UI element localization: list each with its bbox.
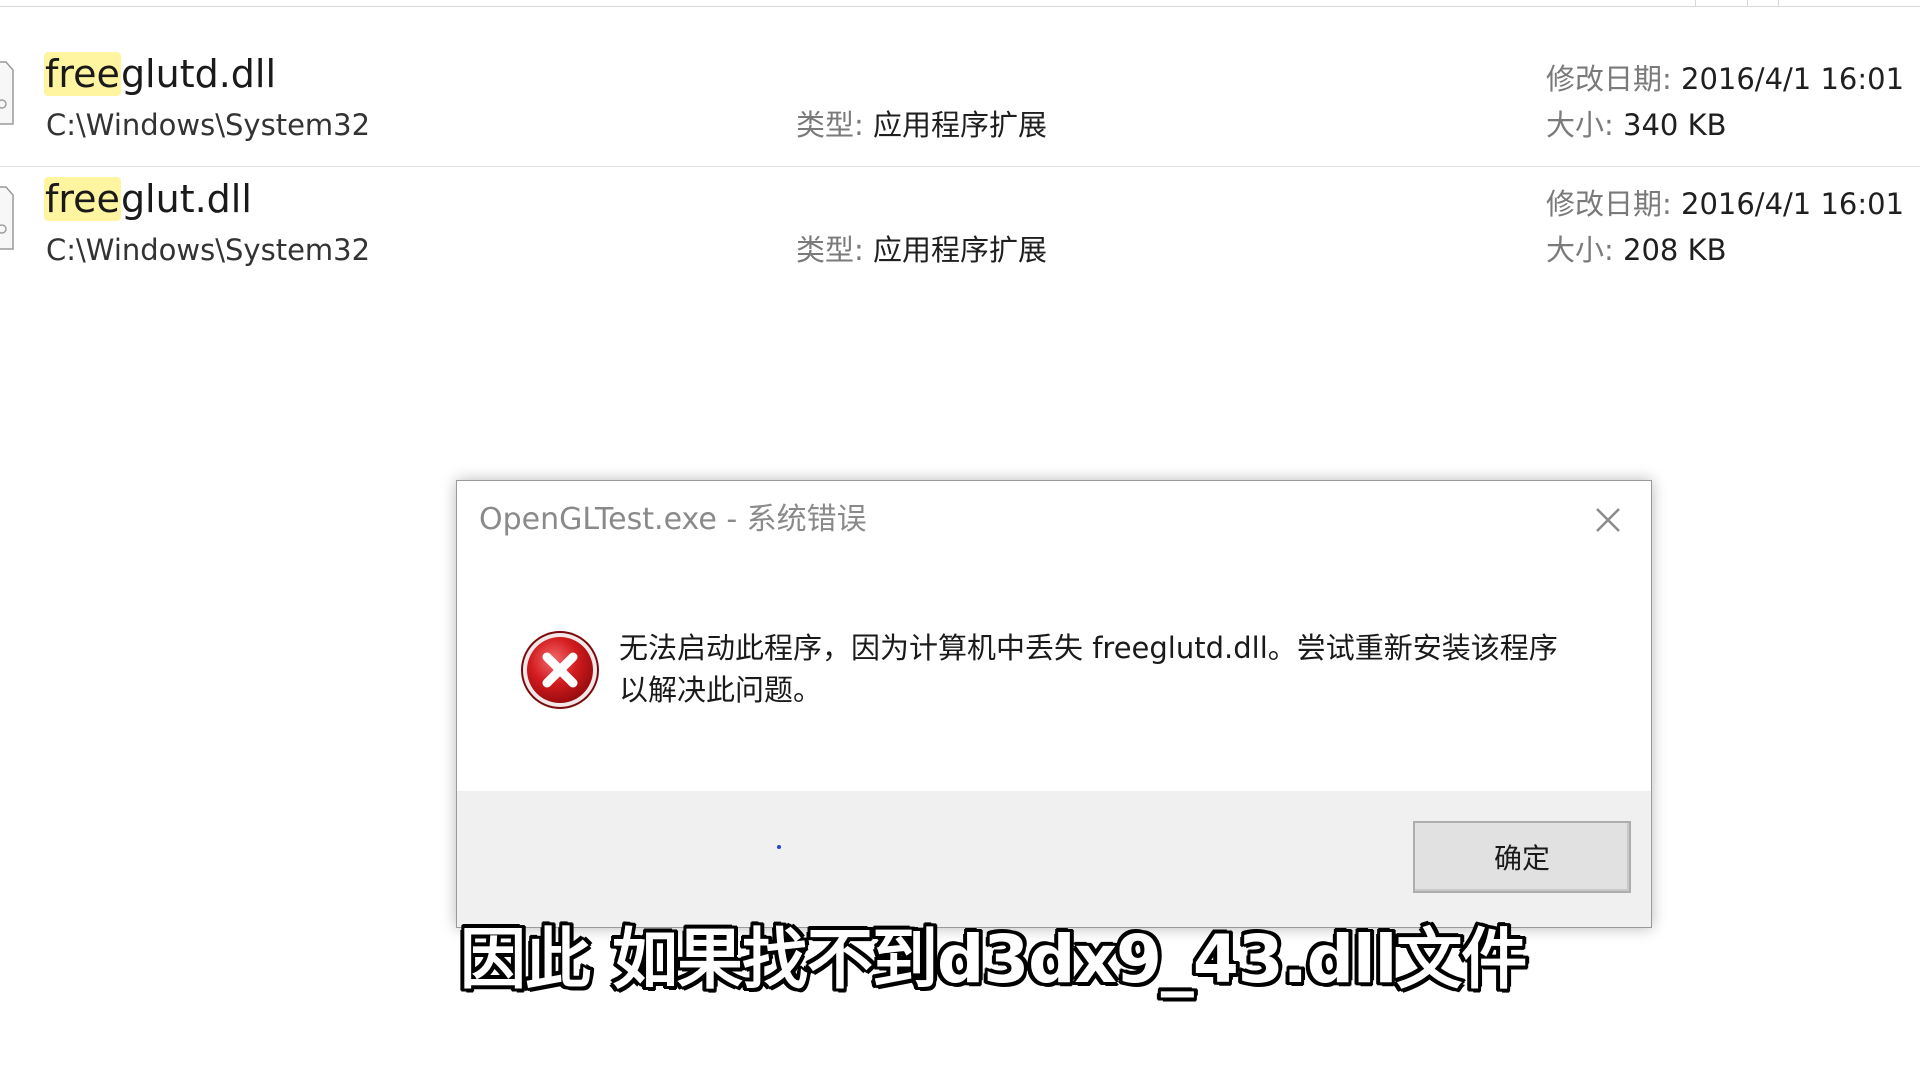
file-name-rest: glut.dll — [120, 177, 252, 221]
file-size: 大小: 340 KB — [1546, 106, 1726, 144]
dialog-message: 无法启动此程序，因为计算机中丢失 freeglutd.dll。尝试重新安装该程序… — [619, 631, 1558, 707]
file-date-value: 2016/4/1 16:01 — [1681, 187, 1905, 221]
file-path: C:\Windows\System32 — [46, 233, 371, 267]
dialog-title: OpenGLTest.exe - 系统错误 — [479, 502, 867, 537]
toolbar-divider — [1778, 0, 1779, 6]
file-date-value: 2016/4/1 16:01 — [1681, 62, 1905, 96]
search-match-highlight: free — [44, 177, 121, 221]
file-type-value: 应用程序扩展 — [873, 233, 1048, 267]
file-modified-date: 修改日期: 2016/4/1 16:01 — [1546, 60, 1904, 98]
explorer-top-bar — [0, 0, 1920, 7]
focus-dot — [777, 845, 781, 849]
close-button[interactable] — [1583, 495, 1633, 545]
file-size-label: 大小: — [1546, 233, 1614, 267]
toolbar-divider — [1695, 0, 1696, 6]
file-size-value: 208 KB — [1623, 233, 1727, 267]
file-icon — [0, 186, 14, 250]
file-name[interactable]: freeglut.dll — [44, 175, 252, 223]
ok-button[interactable]: 确定 — [1413, 821, 1631, 893]
file-size-label: 大小: — [1546, 108, 1614, 142]
file-date-label: 修改日期: — [1546, 187, 1672, 221]
close-icon — [1596, 508, 1620, 532]
file-size-value: 340 KB — [1623, 108, 1727, 142]
file-type-label: 类型: — [796, 108, 864, 142]
file-size: 大小: 208 KB — [1546, 231, 1726, 269]
search-match-highlight: free — [44, 52, 121, 96]
video-subtitle: 因此 如果找不到d3dx9_43.dll文件 — [460, 921, 1527, 998]
screen: freeglutd.dll C:\Windows\System32 类型: 应用… — [0, 0, 1920, 1080]
file-date-label: 修改日期: — [1546, 62, 1672, 96]
file-name-rest: glutd.dll — [120, 52, 277, 96]
file-type: 类型: 应用程序扩展 — [796, 106, 1047, 144]
error-dialog: OpenGLTest.exe - 系统错误 无法启动此程序，因为计算机中丢失 f… — [456, 480, 1652, 928]
file-type: 类型: 应用程序扩展 — [796, 231, 1047, 269]
error-icon — [519, 629, 601, 711]
search-result-item[interactable]: freeglutd.dll C:\Windows\System32 类型: 应用… — [0, 42, 1920, 167]
file-icon — [0, 61, 14, 125]
dialog-footer: 确定 — [457, 791, 1651, 927]
file-path: C:\Windows\System32 — [46, 108, 371, 142]
file-type-value: 应用程序扩展 — [873, 108, 1048, 142]
toolbar-divider — [1747, 0, 1748, 6]
file-type-label: 类型: — [796, 233, 864, 267]
file-name[interactable]: freeglutd.dll — [44, 50, 276, 98]
search-result-item[interactable]: freeglut.dll C:\Windows\System32 类型: 应用程… — [0, 167, 1920, 291]
file-modified-date: 修改日期: 2016/4/1 16:01 — [1546, 185, 1904, 223]
